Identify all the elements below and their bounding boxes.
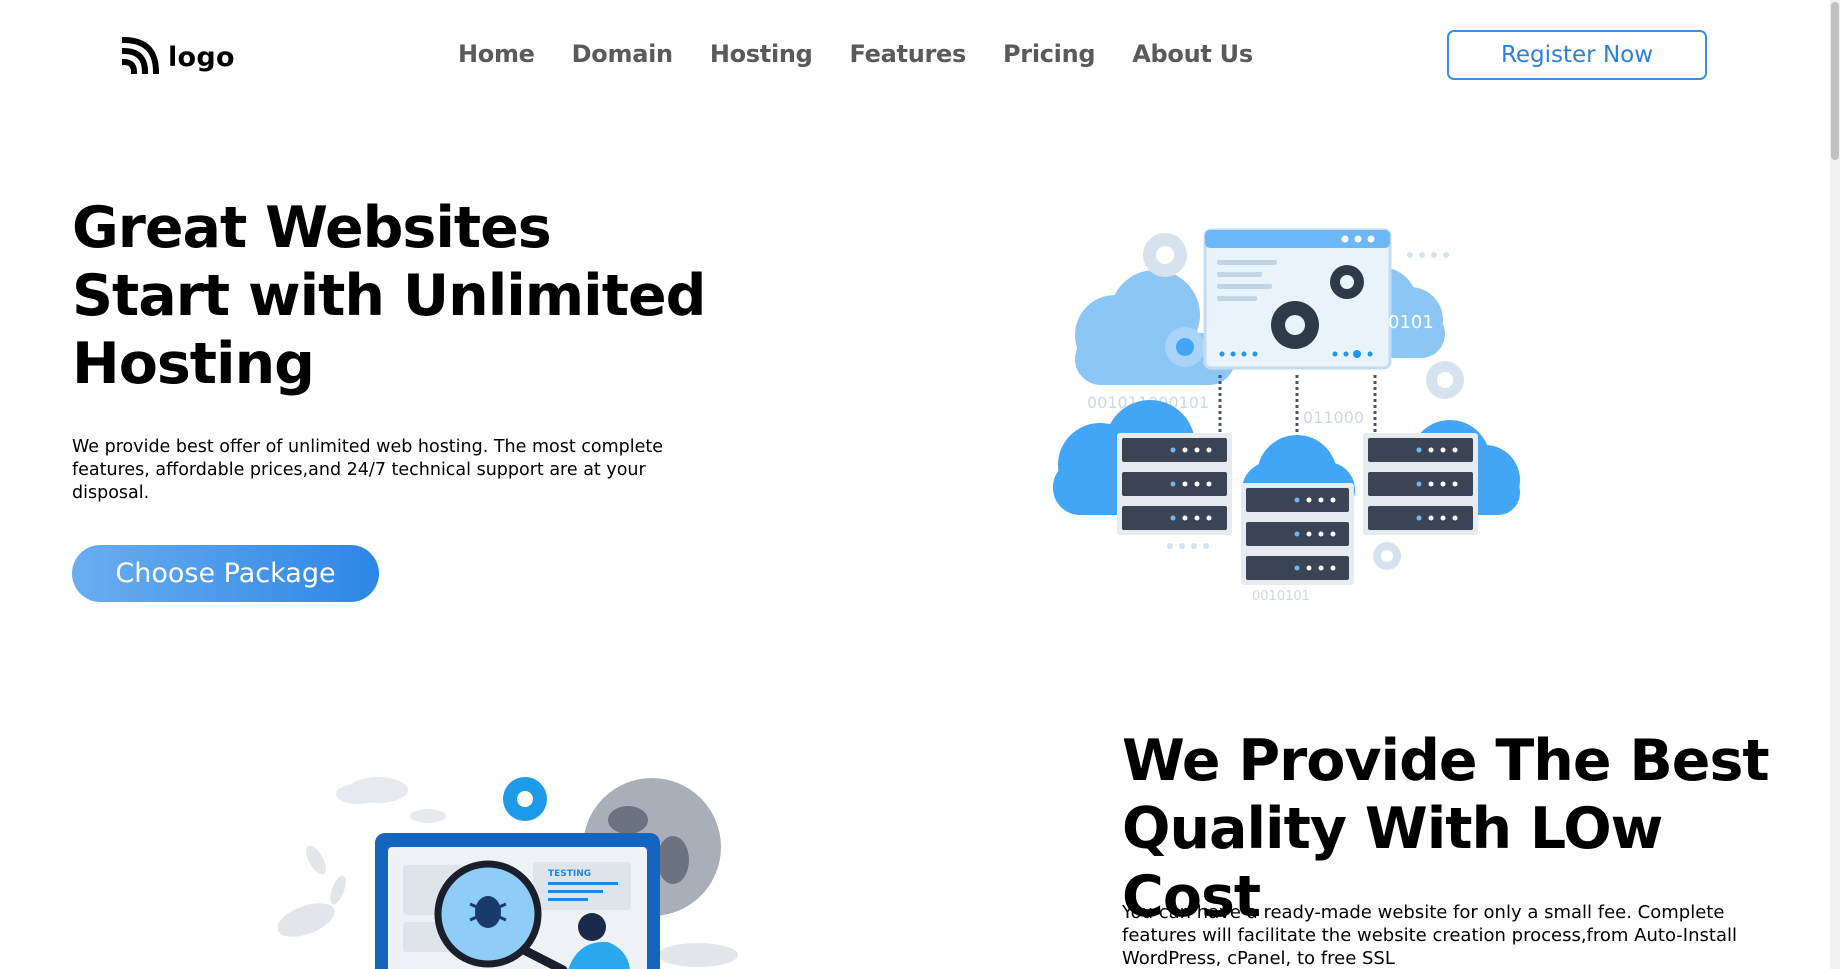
binary-label-3: 011000 <box>1303 408 1364 427</box>
nav-pricing[interactable]: Pricing <box>1003 40 1096 68</box>
nav-features[interactable]: Features <box>850 40 967 68</box>
nav-about-us[interactable]: About Us <box>1132 40 1253 68</box>
section2-description: You can have a ready-made website for on… <box>1122 902 1737 969</box>
binary-label-1: 0101 <box>1388 312 1434 333</box>
scrollbar-thumb[interactable] <box>1831 2 1839 160</box>
nav-home[interactable]: Home <box>458 40 535 68</box>
page: logo Home Domain Hosting Features Pricin… <box>0 0 1840 969</box>
nav-hosting[interactable]: Hosting <box>710 40 813 68</box>
register-now-button[interactable]: Register Now <box>1447 30 1707 80</box>
choose-package-button[interactable]: Choose Package <box>72 545 379 602</box>
nav-domain[interactable]: Domain <box>572 40 673 68</box>
hero-title: Great Websites Start with Unlimited Host… <box>72 195 706 397</box>
binary-label-4: 0010101 <box>1252 589 1310 604</box>
main-nav: Home Domain Hosting Features Pricing Abo… <box>458 40 1253 68</box>
vertical-scrollbar[interactable] <box>1830 0 1840 969</box>
logo[interactable]: logo <box>120 36 235 78</box>
hero-description: We provide best offer of unlimited web h… <box>72 437 664 503</box>
rss-logo-icon <box>120 36 160 78</box>
testing-illustration: TESTING <box>277 770 758 969</box>
logo-text: logo <box>168 41 235 73</box>
testing-label: TESTING <box>548 869 591 879</box>
header: logo Home Domain Hosting Features Pricin… <box>0 0 1830 110</box>
hosting-illustration: 0101 001011000101 011000 0010101 <box>1045 215 1545 615</box>
